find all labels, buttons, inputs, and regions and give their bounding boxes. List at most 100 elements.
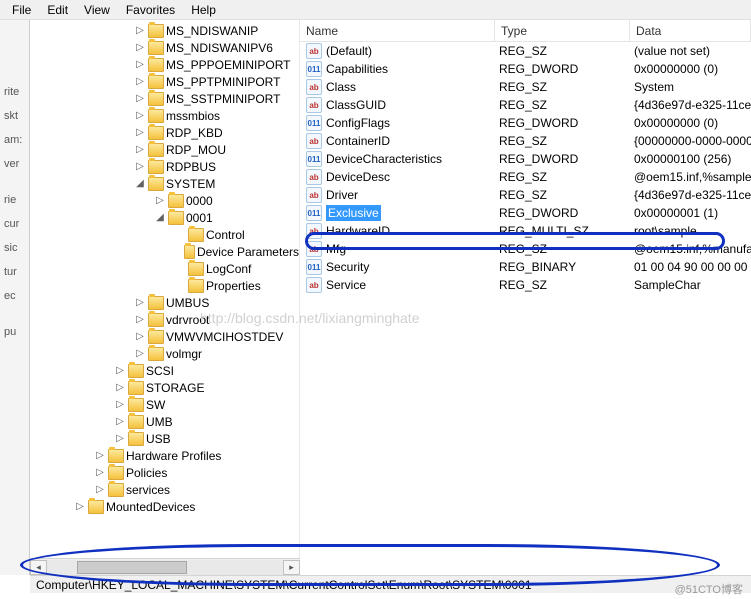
tree-node[interactable]: ▷MountedDevices	[34, 498, 299, 515]
expand-icon[interactable]: ▷	[154, 195, 166, 206]
tree-node[interactable]: ▷RDPBUS	[34, 158, 299, 175]
tree-node[interactable]: ▷ SCSI	[34, 362, 299, 379]
value-row[interactable]: abDriverREG_SZ{4d36e97d-e325-11ce-b	[300, 186, 751, 204]
expand-icon[interactable]: ▷	[134, 127, 146, 138]
value-row[interactable]: 011ConfigFlagsREG_DWORD0x00000000 (0)	[300, 114, 751, 132]
expand-icon[interactable]: ▷	[134, 297, 146, 308]
expand-icon[interactable]: ▷	[114, 365, 126, 376]
value-row[interactable]: 011SecurityREG_BINARY01 00 04 90 00 00 0…	[300, 258, 751, 276]
strip-text: skt	[0, 104, 29, 128]
expand-icon[interactable]: ▷	[114, 433, 126, 444]
tree-node[interactable]: ▷ Hardware Profiles	[34, 447, 299, 464]
cell-name: 011Security	[300, 259, 495, 275]
folder-icon	[128, 432, 144, 446]
expand-icon[interactable]: ▷	[134, 144, 146, 155]
menu-view[interactable]: View	[76, 1, 118, 19]
tree-node[interactable]: ▷MS_NDISWANIPV6	[34, 39, 299, 56]
registry-tree[interactable]: ▷MS_NDISWANIP▷MS_NDISWANIPV6▷MS_PPPOEMIN…	[30, 20, 299, 517]
tree-label: LogConf	[206, 262, 251, 276]
expand-icon[interactable]: ▷	[134, 314, 146, 325]
cell-name: 011ConfigFlags	[300, 115, 495, 131]
tree-node[interactable]: ▷mssmbios	[34, 107, 299, 124]
menu-help[interactable]: Help	[183, 1, 224, 19]
tree-label: SYSTEM	[166, 177, 215, 191]
expand-icon[interactable]: ▷	[134, 110, 146, 121]
value-row[interactable]: ab(Default)REG_SZ(value not set)	[300, 42, 751, 60]
expand-icon[interactable]: ▷	[134, 42, 146, 53]
menu-favorites[interactable]: Favorites	[118, 1, 183, 19]
tree-node[interactable]: ▷MS_PPPOEMINIPORT	[34, 56, 299, 73]
expand-icon[interactable]: ▷	[114, 416, 126, 427]
tree-node[interactable]: ◢ SYSTEM	[34, 175, 299, 192]
tree-node[interactable]: ▷services	[34, 481, 299, 498]
expand-icon[interactable]: ▷	[94, 467, 106, 478]
folder-icon	[184, 245, 195, 259]
value-row[interactable]: 011ExclusiveREG_DWORD0x00000001 (1)	[300, 204, 751, 222]
expand-icon[interactable]: ▷	[114, 382, 126, 393]
tree-node[interactable]: ▷0000	[34, 192, 299, 209]
expand-icon[interactable]: ▷	[134, 76, 146, 87]
value-row[interactable]: abContainerIDREG_SZ{00000000-0000-0000-F…	[300, 132, 751, 150]
value-row[interactable]: abClassGUIDREG_SZ{4d36e97d-e325-11ce-b	[300, 96, 751, 114]
tree-node[interactable]: ▷UMBUS	[34, 294, 299, 311]
tree-node[interactable]: LogConf	[34, 260, 299, 277]
expand-icon[interactable]: ◢	[154, 212, 166, 223]
tree-node[interactable]: ◢ 0001	[34, 209, 299, 226]
expand-icon[interactable]: ▷	[94, 484, 106, 495]
value-name: (Default)	[326, 44, 372, 58]
column-header-name[interactable]: Name	[300, 20, 495, 41]
scroll-thumb[interactable]	[77, 561, 187, 574]
tree-node[interactable]: ▷SW	[34, 396, 299, 413]
scroll-track[interactable]	[47, 560, 283, 575]
tree-node[interactable]: ▷UMB	[34, 413, 299, 430]
value-row[interactable]: abClassREG_SZSystem	[300, 78, 751, 96]
tree-node[interactable]: ▷Policies	[34, 464, 299, 481]
tree-node[interactable]: ▷MS_NDISWANIP	[34, 22, 299, 39]
value-row[interactable]: abServiceREG_SZSampleChar	[300, 276, 751, 294]
value-row[interactable]: abDeviceDescREG_SZ@oem15.inf,%samplecl	[300, 168, 751, 186]
expand-icon[interactable]: ▷	[94, 450, 106, 461]
expand-icon[interactable]: ▷	[114, 399, 126, 410]
tree-hscrollbar[interactable]: ◂ ▸	[30, 558, 300, 575]
tree-node[interactable]: ▷VMWVMCIHOSTDEV	[34, 328, 299, 345]
tree-node[interactable]: ▷vdrvroot	[34, 311, 299, 328]
expand-icon[interactable]: ▷	[74, 501, 86, 512]
tree-node[interactable]: Control	[34, 226, 299, 243]
tree-label: 0001	[186, 211, 213, 225]
tree-node[interactable]: ▷volmgr	[34, 345, 299, 362]
column-header-type[interactable]: Type	[495, 20, 630, 41]
menu-edit[interactable]: Edit	[39, 1, 76, 19]
value-list-panel: Name Type Data ab(Default)REG_SZ(value n…	[300, 20, 751, 575]
value-row[interactable]: 011CapabilitiesREG_DWORD0x00000000 (0)	[300, 60, 751, 78]
tree-node[interactable]: Device Parameters	[34, 243, 299, 260]
column-header-data[interactable]: Data	[630, 20, 751, 41]
tree-label: SCSI	[146, 364, 174, 378]
tree-label: Hardware Profiles	[126, 449, 221, 463]
expand-icon[interactable]: ▷	[134, 331, 146, 342]
cell-name: abDeviceDesc	[300, 169, 495, 185]
expand-icon[interactable]: ◢	[134, 178, 146, 189]
cell-name: 011Capabilities	[300, 61, 495, 77]
cell-name: abMfg	[300, 241, 495, 257]
menu-file[interactable]: File	[4, 1, 39, 19]
expand-icon[interactable]: ▷	[134, 93, 146, 104]
tree-node[interactable]: Properties	[34, 277, 299, 294]
scroll-right-button[interactable]: ▸	[283, 560, 300, 575]
expand-icon[interactable]: ▷	[134, 348, 146, 359]
value-row[interactable]: abMfgREG_SZ@oem15.inf,%manufac	[300, 240, 751, 258]
tree-node[interactable]: ▷USB	[34, 430, 299, 447]
tree-node[interactable]: ▷MS_PPTPMINIPORT	[34, 73, 299, 90]
tree-node[interactable]: ▷STORAGE	[34, 379, 299, 396]
scroll-left-button[interactable]: ◂	[30, 560, 47, 575]
expand-icon[interactable]: ▷	[134, 161, 146, 172]
tree-label: RDP_KBD	[166, 126, 223, 140]
value-type: REG_SZ	[495, 80, 630, 94]
value-row[interactable]: 011DeviceCharacteristicsREG_DWORD0x00000…	[300, 150, 751, 168]
tree-node[interactable]: ▷RDP_MOU	[34, 141, 299, 158]
tree-node[interactable]: ▷MS_SSTPMINIPORT	[34, 90, 299, 107]
expand-icon[interactable]: ▷	[134, 25, 146, 36]
value-row[interactable]: abHardwareIDREG_MULTI_SZroot\sample	[300, 222, 751, 240]
expand-icon[interactable]: ▷	[134, 59, 146, 70]
tree-node[interactable]: ▷ RDP_KBD	[34, 124, 299, 141]
value-type: REG_MULTI_SZ	[495, 224, 630, 238]
